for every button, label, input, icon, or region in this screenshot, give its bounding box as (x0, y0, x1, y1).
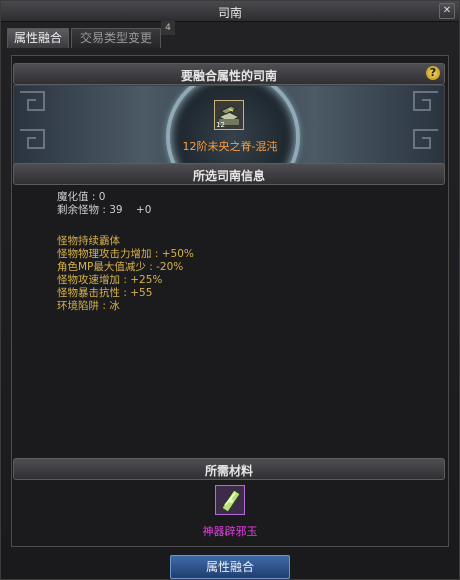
fusion-section-title: 要融合属性的司南 (180, 69, 277, 83)
fusion-section-header: 要融合属性的司南 ? (13, 63, 445, 85)
jade-item-icon (216, 486, 244, 514)
close-button[interactable]: ✕ (439, 3, 455, 19)
tab-attribute-fusion[interactable]: 属性融合 (7, 28, 69, 48)
effect-line: 怪物持续霸体 (57, 235, 120, 247)
effect-line: 环境陷阱 : 冰 (57, 300, 120, 312)
tab-trade-type-change[interactable]: 交易类型变更 (71, 28, 161, 48)
sinan-item-slot[interactable]: 12 (214, 100, 244, 130)
info-section-title: 所选司南信息 (192, 169, 265, 183)
sinan-window: 司南 ✕ 4 属性融合 交易类型变更 要融合属性的司南 ? 12 12阶未央之脊… (0, 0, 460, 580)
sinan-effects: 怪物持续霸体 怪物物理攻击力增加 : +50% 角色MP最大值减少 : -20%… (57, 235, 194, 313)
help-icon[interactable]: ? (426, 66, 440, 80)
material-section-header: 所需材料 (13, 458, 445, 480)
remaining-monsters: 剩余怪物 : 39 +0 (57, 204, 152, 216)
info-section-header: 所选司南信息 (13, 163, 445, 185)
corruption-value: 魔化值 : 0 (57, 191, 106, 203)
item-level-label: 12 (216, 121, 225, 129)
sinan-item-name: 12阶未央之脊-混沌 (182, 140, 278, 153)
effect-line: 角色MP最大值减少 : -20% (57, 261, 184, 273)
effect-line: 怪物暴击抗性 : +55 (57, 287, 153, 299)
material-item-slot[interactable] (215, 485, 245, 515)
material-section-title: 所需材料 (204, 464, 253, 478)
sinan-stats: 魔化值 : 0 剩余怪物 : 39 +0 (57, 191, 151, 217)
window-title: 司南 (217, 6, 242, 20)
effect-line: 怪物攻速增加 : +25% (57, 274, 163, 286)
effect-line: 怪物物理攻击力增加 : +50% (57, 248, 194, 260)
attribute-fusion-button[interactable]: 属性融合 (170, 555, 290, 579)
title-bar[interactable]: 司南 ✕ (1, 1, 459, 22)
material-item-name: 神器辟邪玉 (202, 525, 258, 538)
tab-count-badge: 4 (161, 21, 175, 35)
